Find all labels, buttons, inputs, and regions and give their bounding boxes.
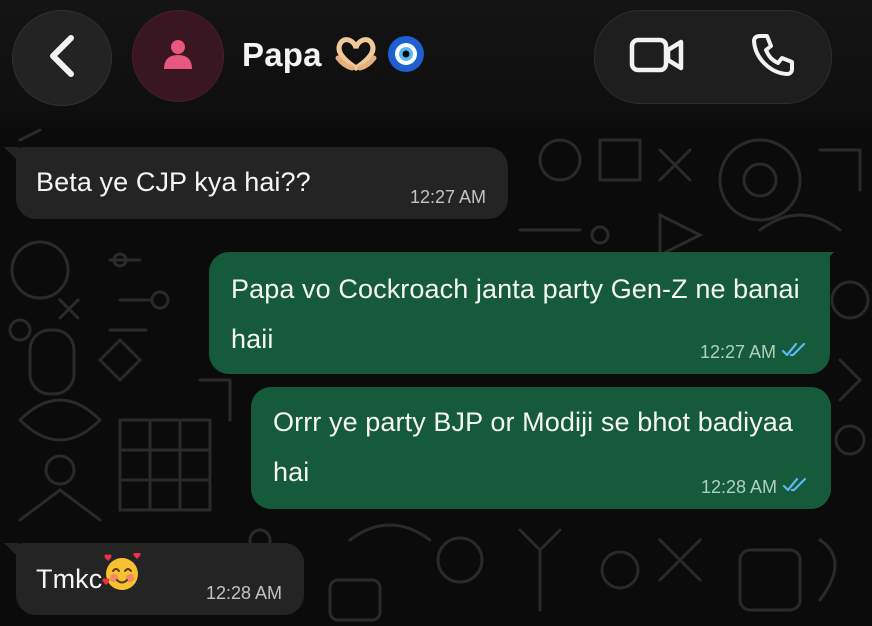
- phone-icon: [750, 32, 796, 83]
- contact-name[interactable]: Papa: [242, 36, 322, 74]
- contact-name-emojis: [334, 34, 426, 79]
- message-text: Beta ye CJP kya hai??: [36, 167, 311, 197]
- message-meta: 12:28 AM: [206, 583, 282, 603]
- message-meta: 12:28 AM: [701, 477, 809, 497]
- message-text-row: Tmkc: [36, 552, 142, 609]
- heart-hands-icon: [334, 36, 378, 77]
- read-ticks-icon: [781, 342, 808, 362]
- outgoing-message[interactable]: Papa vo Cockroach janta party Gen-Z ne b…: [209, 252, 830, 374]
- call-actions: [594, 10, 832, 104]
- person-icon: [161, 37, 195, 76]
- voice-call-button[interactable]: [743, 29, 803, 85]
- message-time: 12:28 AM: [205, 583, 282, 603]
- message-meta: 12:27 AM: [700, 342, 808, 362]
- message-text: Tmkc: [36, 564, 103, 595]
- video-call-button[interactable]: [623, 29, 691, 85]
- video-camera-icon: [629, 35, 685, 80]
- chat-header: Papa: [0, 0, 872, 128]
- chevron-left-icon: [45, 34, 79, 83]
- message-time: 12:28 AM: [700, 477, 777, 497]
- smiling-face-with-hearts-icon: [102, 552, 142, 609]
- message-meta: 12:27 AM: [410, 187, 486, 207]
- message-time: 12:27 AM: [409, 187, 486, 207]
- nazar-amulet-icon: [386, 34, 426, 79]
- outgoing-message[interactable]: Orrr ye party BJP or Modiji se bhot badi…: [251, 387, 831, 509]
- incoming-message[interactable]: Tmkc 12:28 AM: [16, 543, 304, 615]
- avatar[interactable]: [132, 10, 224, 102]
- read-ticks-icon: [782, 477, 809, 497]
- message-time: 12:27 AM: [699, 342, 776, 362]
- back-button[interactable]: [12, 10, 112, 106]
- incoming-message[interactable]: Beta ye CJP kya hai?? 12:27 AM: [16, 147, 508, 219]
